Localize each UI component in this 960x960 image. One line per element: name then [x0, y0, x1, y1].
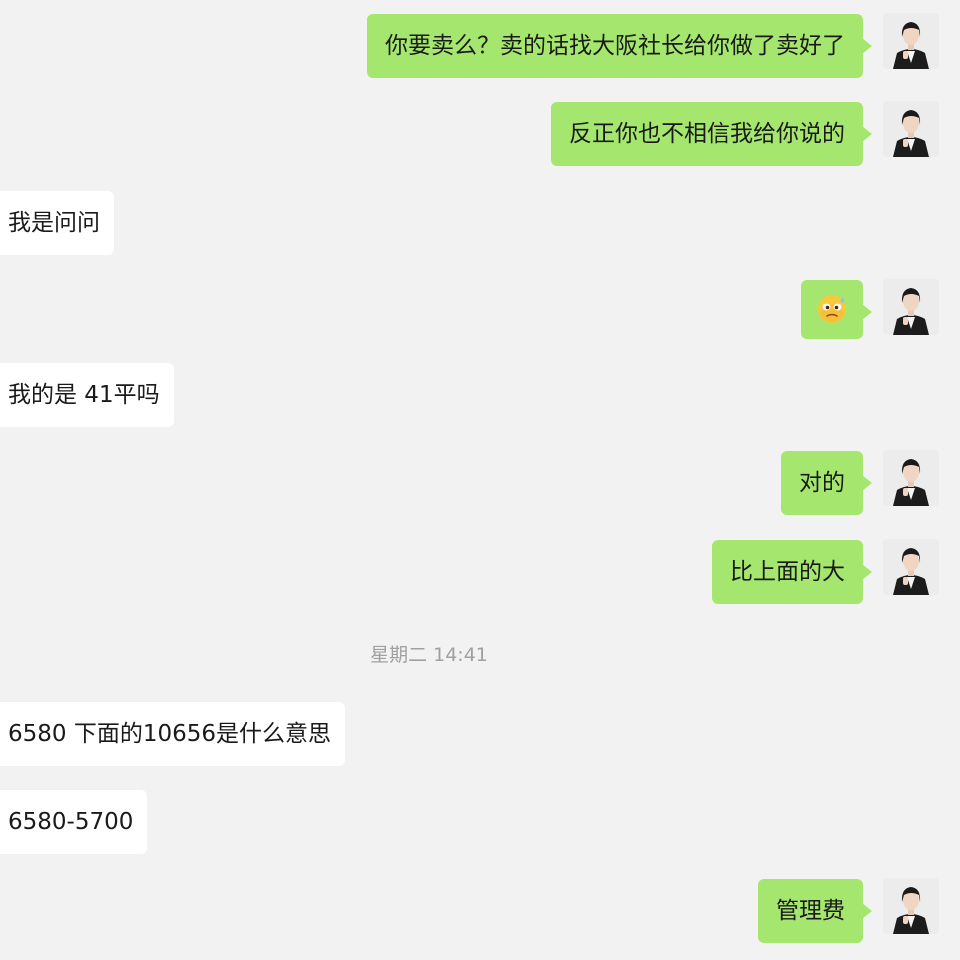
- avatar[interactable]: [883, 878, 939, 934]
- received-message-bubble[interactable]: 我是问问: [0, 191, 114, 255]
- message-text: 对的: [799, 470, 845, 496]
- received-message-bubble[interactable]: 我的是 41平吗: [0, 363, 174, 427]
- message-timestamp: 星期二 14:41: [370, 644, 488, 666]
- avatar[interactable]: [883, 539, 939, 595]
- user-avatar-icon: [883, 539, 939, 595]
- message-text: 反正你也不相信我给你说的: [569, 121, 845, 147]
- user-avatar-icon: [883, 101, 939, 157]
- avatar[interactable]: [883, 101, 939, 157]
- user-avatar-icon: [883, 450, 939, 506]
- user-avatar-icon: [883, 13, 939, 69]
- avatar[interactable]: [883, 279, 939, 335]
- message-text: 6580-5700: [8, 809, 134, 835]
- sent-message-bubble[interactable]: 比上面的大: [712, 540, 872, 604]
- sent-message-bubble[interactable]: [801, 280, 872, 339]
- received-message-bubble[interactable]: 6580-5700: [0, 790, 148, 854]
- sweat-smile-emoji-icon: [818, 294, 846, 323]
- received-message-bubble[interactable]: 6580 下面的10656是什么意思: [0, 702, 346, 766]
- user-avatar-icon: [883, 878, 939, 934]
- message-text: 我是问问: [8, 210, 100, 236]
- sent-message-bubble[interactable]: 管理费: [758, 879, 872, 943]
- avatar[interactable]: [883, 13, 939, 69]
- sent-message-bubble[interactable]: 对的: [781, 451, 872, 515]
- message-text: 你要卖么？卖的话找大阪社长给你做了卖好了: [385, 33, 845, 59]
- message-text: 6580 下面的10656是什么意思: [8, 721, 332, 747]
- sent-message-bubble[interactable]: 你要卖么？卖的话找大阪社长给你做了卖好了: [367, 14, 872, 78]
- user-avatar-icon: [883, 279, 939, 335]
- avatar[interactable]: [883, 450, 939, 506]
- message-text: 管理费: [776, 898, 845, 924]
- message-text: 比上面的大: [730, 559, 845, 585]
- message-text: 我的是 41平吗: [8, 382, 160, 408]
- sent-message-bubble[interactable]: 反正你也不相信我给你说的: [551, 102, 872, 166]
